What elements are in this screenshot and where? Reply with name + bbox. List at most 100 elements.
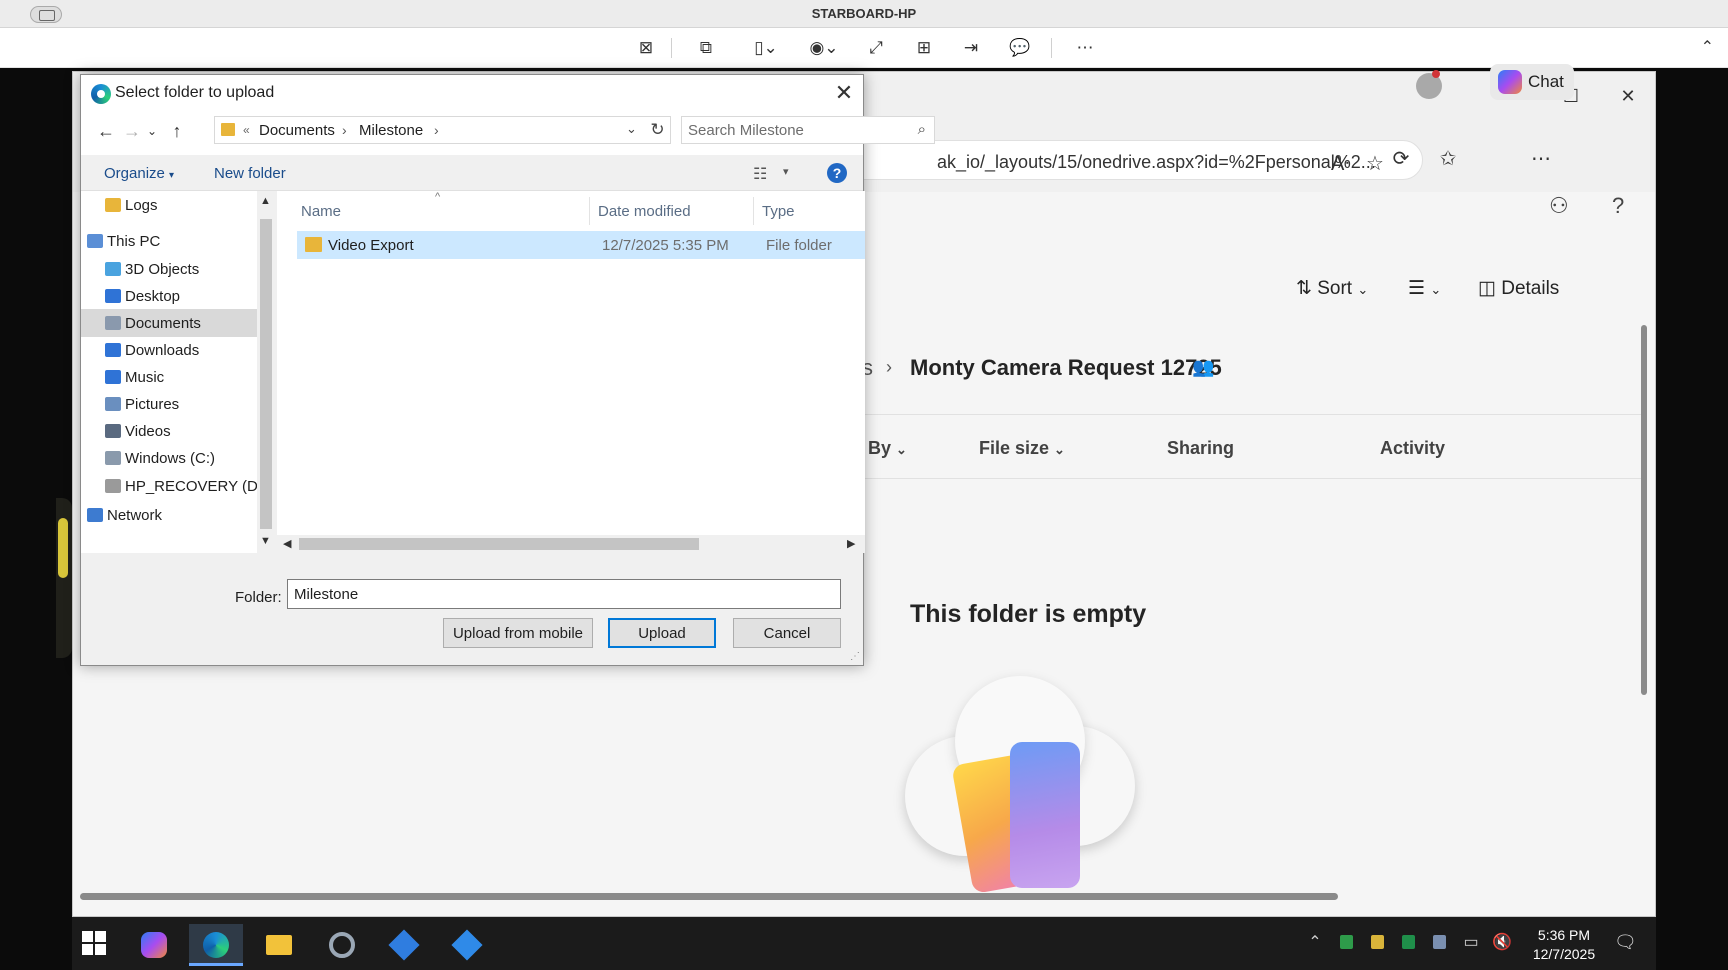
cancel-button[interactable]: Cancel — [733, 618, 841, 648]
forward-arrow-icon[interactable]: → — [121, 121, 143, 142]
navigation-scrollbar[interactable]: ▲ ▼ — [257, 191, 275, 553]
favorite-star-icon[interactable]: ☆ — [1366, 151, 1384, 176]
scroll-up-icon[interactable]: ▲ — [260, 195, 271, 207]
chevron-right-icon[interactable]: › — [434, 122, 439, 138]
fit-window-icon[interactable]: ⊞ — [911, 37, 937, 59]
settings-more-icon[interactable]: ⋯ — [1526, 146, 1556, 171]
disconnect-icon[interactable]: ⊠ — [633, 37, 659, 59]
remote-app-icon[interactable] — [377, 924, 431, 966]
column-name[interactable]: Name — [301, 203, 341, 220]
send-keys-icon[interactable]: ⇥ — [958, 37, 984, 59]
fullscreen-icon[interactable]: ⤢ — [863, 37, 889, 59]
column-sharing[interactable]: Sharing — [1167, 438, 1234, 459]
file-explorer-icon[interactable] — [252, 924, 306, 966]
nav-item-pictures[interactable]: Pictures — [81, 390, 257, 418]
view-options-command[interactable]: ☰ ⌄ — [1408, 277, 1441, 300]
nav-item-documents[interactable]: Documents — [81, 309, 257, 337]
resize-grip-icon[interactable]: ⋰ — [850, 651, 860, 662]
network-icon[interactable]: ▭ — [1462, 932, 1480, 952]
favorites-icon[interactable]: ✩ — [1433, 146, 1463, 171]
path-breadcrumb[interactable]: « Documents › Milestone › ⌄ — [214, 116, 646, 144]
browser-extension-icon[interactable]: ⟳ — [1386, 146, 1416, 171]
switch-display-icon[interactable]: ⧉ — [693, 37, 719, 59]
chevron-down-icon[interactable]: ⌄ — [626, 121, 637, 137]
nav-item-3d-objects[interactable]: 3D Objects — [81, 255, 257, 283]
scroll-thumb[interactable] — [299, 538, 699, 550]
upload-from-mobile-button[interactable]: Upload from mobile — [443, 618, 593, 648]
nav-item-logs[interactable]: Logs — [81, 191, 257, 219]
shared-people-icon[interactable]: 👥 — [1192, 357, 1214, 378]
nav-item-desktop[interactable]: Desktop — [81, 282, 257, 310]
feedback-icon[interactable]: ⚇ — [1549, 193, 1569, 219]
scroll-left-icon[interactable]: ◀ — [283, 537, 291, 550]
search-box[interactable]: ⌕ — [681, 116, 935, 144]
path-segment-documents[interactable]: Documents — [259, 122, 335, 139]
excel-tray-icon[interactable] — [1402, 935, 1415, 949]
scroll-down-icon[interactable]: ▼ — [260, 535, 271, 547]
more-icon[interactable]: ⋯ — [1072, 37, 1098, 59]
nav-item-hp-recovery-d[interactable]: HP_RECOVERY (D:) — [81, 472, 257, 500]
nav-item-windows-c[interactable]: Windows (C:) — [81, 444, 257, 472]
page-horizontal-scrollbar[interactable] — [80, 893, 1338, 900]
back-arrow-icon[interactable]: ← — [95, 121, 117, 142]
file-row[interactable]: Video Export 12/7/2025 5:35 PM File fold… — [297, 231, 865, 259]
nav-item-network[interactable]: Network — [81, 501, 257, 529]
copilot-chat-button[interactable]: Chat — [1490, 64, 1574, 100]
file-list-horizontal-scrollbar[interactable]: ◀ ▶ — [277, 535, 865, 553]
column-file-size[interactable]: File size ⌄ — [979, 438, 1065, 459]
scroll-thumb[interactable] — [260, 219, 272, 529]
upload-button[interactable]: Upload — [608, 618, 716, 648]
refresh-icon[interactable]: ↻ — [645, 116, 671, 144]
sidebar-toggle-icon[interactable] — [30, 6, 62, 23]
edge-icon[interactable] — [189, 924, 243, 966]
search-icon[interactable]: ⌕ — [918, 121, 926, 138]
nav-item-downloads[interactable]: Downloads — [81, 336, 257, 364]
column-type[interactable]: Type — [762, 203, 795, 220]
display-select-icon[interactable]: ▯⌄ — [746, 37, 786, 59]
up-arrow-icon[interactable]: ↑ — [166, 121, 188, 142]
search-input[interactable] — [688, 120, 898, 140]
copilot-icon[interactable] — [127, 924, 181, 966]
tray-app-icon[interactable] — [1371, 935, 1384, 949]
notifications-icon[interactable]: 🗨 — [1614, 932, 1637, 953]
caret-down-icon[interactable]: ▾ — [783, 165, 789, 178]
path-segment-milestone[interactable]: Milestone — [359, 122, 423, 139]
address-url[interactable]: ak_io/_layouts/15/onedrive.aspx?id=%2Fpe… — [937, 152, 1376, 173]
organize-button[interactable]: Organize ▾ — [104, 165, 174, 182]
help-icon[interactable]: ? — [1612, 193, 1624, 219]
help-button[interactable]: ? — [827, 163, 847, 183]
view-options-icon[interactable]: ◉⌄ — [804, 37, 844, 59]
column-modified-by[interactable]: By ⌄ — [868, 438, 907, 459]
show-hidden-icons-icon[interactable]: ⌃ — [1306, 932, 1324, 952]
change-view-icon[interactable]: ☷ — [753, 164, 767, 184]
column-divider[interactable] — [589, 197, 590, 225]
chat-icon[interactable]: 💬 — [1007, 37, 1033, 59]
column-date-modified[interactable]: Date modified — [598, 203, 691, 220]
folder-name-input[interactable] — [287, 579, 841, 609]
sort-command[interactable]: ⇅ Sort ⌄ — [1296, 277, 1368, 300]
cortana-icon[interactable] — [315, 924, 369, 966]
windows-start-icon[interactable] — [82, 931, 106, 955]
nav-item-music[interactable]: Music — [81, 363, 257, 391]
read-aloud-icon[interactable]: Aᐧ — [1331, 151, 1349, 176]
taskbar-clock[interactable]: 5:36 PM 12/7/2025 — [1524, 926, 1604, 964]
path-overflow[interactable]: « — [243, 123, 250, 137]
tray-app-icon[interactable] — [1433, 935, 1446, 949]
nav-item-videos[interactable]: Videos — [81, 417, 257, 445]
details-command[interactable]: ◫ Details — [1478, 277, 1559, 300]
chevron-right-icon[interactable]: › — [342, 122, 347, 138]
dialog-close-button[interactable]: ✕ — [829, 79, 859, 107]
scroll-right-icon[interactable]: ▶ — [847, 537, 855, 550]
recent-locations-icon[interactable]: ⌄ — [141, 124, 163, 138]
close-window-icon[interactable]: ✕ — [1613, 86, 1643, 107]
address-bar[interactable]: ak_io/_layouts/15/onedrive.aspx?id=%2Fpe… — [773, 140, 1423, 180]
collapse-toolbar-icon[interactable]: ⌃ — [1701, 37, 1714, 57]
column-activity[interactable]: Activity — [1380, 438, 1445, 459]
nav-item-this-pc[interactable]: This PC — [81, 227, 257, 255]
tray-app-icon[interactable] — [1340, 935, 1353, 949]
page-vertical-scrollbar[interactable] — [1641, 325, 1647, 695]
column-divider[interactable] — [753, 197, 754, 225]
volume-muted-icon[interactable]: 🔇 — [1492, 932, 1512, 952]
new-folder-button[interactable]: New folder — [214, 165, 286, 182]
settings-app-icon[interactable] — [440, 924, 494, 966]
